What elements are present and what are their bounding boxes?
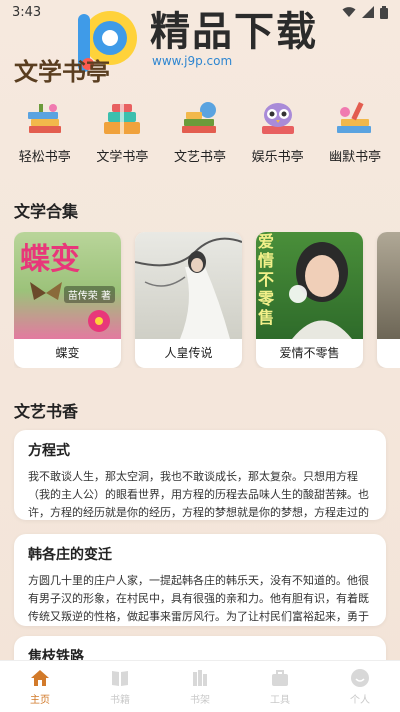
- article-card[interactable]: 韩各庄的变迁 方圆几十里的庄户人家，一提起韩各庄的韩乐天，没有不知道的。他很有男…: [14, 534, 386, 626]
- book-cover-image: [135, 232, 242, 339]
- article-excerpt: 我不敢谈人生，那太空洞，我也不敢谈成长，那太复杂。只想用方程（我的主人公）的眼看…: [28, 470, 369, 519]
- signal-icon: [362, 6, 374, 18]
- page-title: 文学书亭: [14, 57, 110, 86]
- pencil-books-icon: [337, 101, 372, 133]
- category-item-humor[interactable]: 幽默书亭: [319, 100, 391, 172]
- watermark-url: www.j9p.com: [152, 54, 233, 68]
- tab-books[interactable]: 书籍: [90, 668, 150, 706]
- portrait-icon: [289, 242, 352, 339]
- book-cover-image: [377, 232, 400, 339]
- category-row: 轻松书亭 文学书亭 文艺书亭 娱乐书亭 幽默书亭: [0, 100, 400, 172]
- article-card[interactable]: 方程式 我不敢谈人生，那太空洞，我也不敢谈成长，那太复杂。只想用方程（我的主人公…: [14, 430, 386, 520]
- tab-label: 书架: [190, 694, 210, 706]
- collection-section-title: 文学合集: [14, 202, 79, 221]
- category-item-arts[interactable]: 文艺书亭: [164, 100, 236, 172]
- wifi-icon: [342, 7, 356, 17]
- tab-label: 个人: [350, 694, 370, 706]
- status-time: 3:43: [12, 4, 42, 20]
- tab-label: 主页: [30, 694, 50, 706]
- status-icons: [342, 5, 388, 19]
- book-name: 人皇传说: [164, 346, 213, 360]
- category-item-relaxed[interactable]: 轻松书亭: [9, 100, 81, 172]
- profile-icon: [351, 668, 369, 687]
- category-label: 文学书亭: [96, 150, 149, 165]
- books-stack-icon: [27, 104, 61, 133]
- butterfly-icon: [30, 282, 62, 300]
- article-title: 方程式: [28, 443, 70, 459]
- category-item-literature[interactable]: 文学书亭: [86, 100, 158, 172]
- category-label: 娱乐书亭: [251, 150, 304, 165]
- category-label: 文艺书亭: [173, 150, 226, 165]
- home-icon: [31, 669, 49, 686]
- owl-books-icon: [261, 103, 294, 134]
- book-bundle-icon: [104, 104, 141, 134]
- tab-label: 工具: [270, 694, 290, 706]
- flower-icon: [88, 310, 110, 332]
- book-icon: [112, 670, 128, 686]
- watermark-title: 精品下载: [150, 9, 318, 55]
- book-carousel[interactable]: 蝶变 苗传荣 著 蝶变 人皇传说 爱情不零售 爱情不零售: [14, 232, 400, 368]
- book-cover-image: 爱情不零售: [256, 232, 363, 339]
- book-card[interactable]: 爱情不零售 爱情不零售: [256, 232, 363, 368]
- bookshelf-icon: [193, 669, 207, 686]
- article-excerpt: 方圆几十里的庄户人家，一提起韩各庄的韩乐天，没有不知道的。他很有男子汉的形象，在…: [28, 574, 369, 623]
- watermark: 精品下载 www.j9p.com: [70, 2, 340, 76]
- article-title: 韩各庄的变迁: [28, 547, 112, 563]
- articles-section-title: 文艺书香: [14, 402, 79, 421]
- category-label: 轻松书亭: [18, 150, 71, 165]
- bottom-tab-bar: 主页 书籍 书架 工具 个人: [0, 660, 400, 712]
- tab-profile[interactable]: 个人: [330, 668, 390, 706]
- book-card[interactable]: [377, 232, 400, 368]
- branch-icon: [135, 237, 242, 339]
- cover-title: 蝶变: [20, 242, 80, 277]
- book-name: 蝶变: [55, 346, 80, 360]
- category-label: 幽默书亭: [329, 150, 382, 165]
- briefcase-icon: [272, 669, 288, 686]
- tab-bookshelf[interactable]: 书架: [170, 668, 230, 706]
- tab-home[interactable]: 主页: [10, 668, 70, 706]
- tab-tools[interactable]: 工具: [250, 668, 310, 706]
- tab-label: 书籍: [110, 694, 130, 706]
- cover-author: 苗传荣 著: [63, 286, 115, 303]
- category-item-entertainment[interactable]: 娱乐书亭: [242, 100, 314, 172]
- book-name: 爱情不零售: [279, 346, 340, 360]
- globe-books-icon: [181, 102, 216, 133]
- book-card[interactable]: 人皇传说: [135, 232, 242, 368]
- battery-icon: [380, 5, 388, 19]
- book-cover-image: 蝶变 苗传荣 著: [14, 232, 121, 339]
- book-card[interactable]: 蝶变 苗传荣 著 蝶变: [14, 232, 121, 368]
